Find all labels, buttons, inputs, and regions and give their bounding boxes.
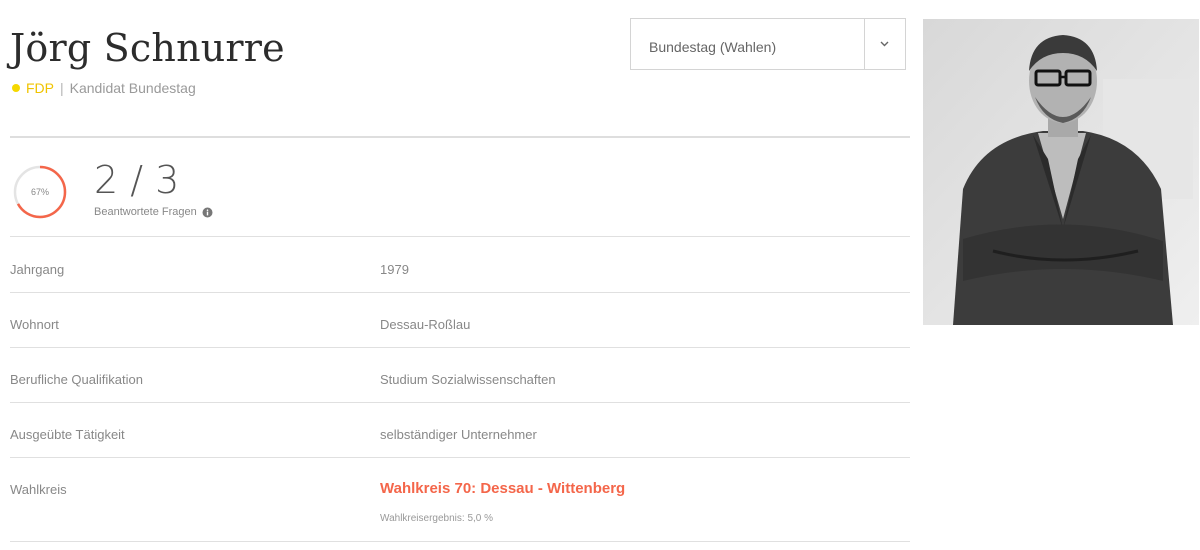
party-dot — [12, 84, 20, 92]
wahlkreis-result: Wahlkreisergebnis: 5,0 % — [380, 513, 494, 524]
detail-label-wohnort: Wohnort — [10, 317, 59, 332]
detail-value-jahrgang: 1979 — [380, 262, 409, 277]
detail-value-wohnort: Dessau-Roßlau — [380, 317, 471, 332]
divider — [10, 347, 910, 348]
answered-label-row: Beantwortete Fragen — [94, 206, 213, 218]
chevron-down-icon — [880, 41, 889, 47]
parliament-select-value: Bundestag (Wahlen) — [649, 39, 777, 55]
candidate-name: Jörg Schnurre — [10, 26, 285, 70]
divider — [10, 402, 910, 403]
candidate-photo — [923, 19, 1199, 325]
divider — [10, 236, 910, 237]
info-icon[interactable] — [202, 207, 213, 218]
detail-value-taetigkeit: selbständiger Unternehmer — [380, 427, 537, 442]
candidate-role: Kandidat Bundestag — [69, 80, 196, 96]
detail-label-qualifikation: Berufliche Qualifikation — [10, 372, 143, 387]
detail-label-taetigkeit: Ausgeübte Tätigkeit — [10, 427, 125, 442]
answer-percent: 67% — [30, 187, 49, 197]
parliament-select[interactable]: Bundestag (Wahlen) — [630, 18, 906, 70]
answered-label: Beantwortete Fragen — [94, 206, 197, 218]
parliament-select-toggle[interactable] — [864, 19, 905, 69]
detail-label-wahlkreis: Wahlkreis — [10, 482, 67, 497]
divider — [10, 292, 910, 293]
answer-progress-ring: 67% — [12, 164, 68, 220]
answered-count: 2 / 3 — [94, 158, 180, 202]
divider — [10, 541, 910, 542]
detail-label-jahrgang: Jahrgang — [10, 262, 65, 277]
detail-value-qualifikation: Studium Sozialwissenschaften — [380, 372, 556, 387]
separator: | — [60, 80, 64, 96]
wahlkreis-link[interactable]: Wahlkreis 70: Dessau - Wittenberg — [380, 480, 625, 497]
candidate-subline: FDP | Kandidat Bundestag — [12, 80, 196, 96]
party-name: FDP — [26, 80, 54, 96]
divider — [10, 136, 910, 138]
divider — [10, 457, 910, 458]
